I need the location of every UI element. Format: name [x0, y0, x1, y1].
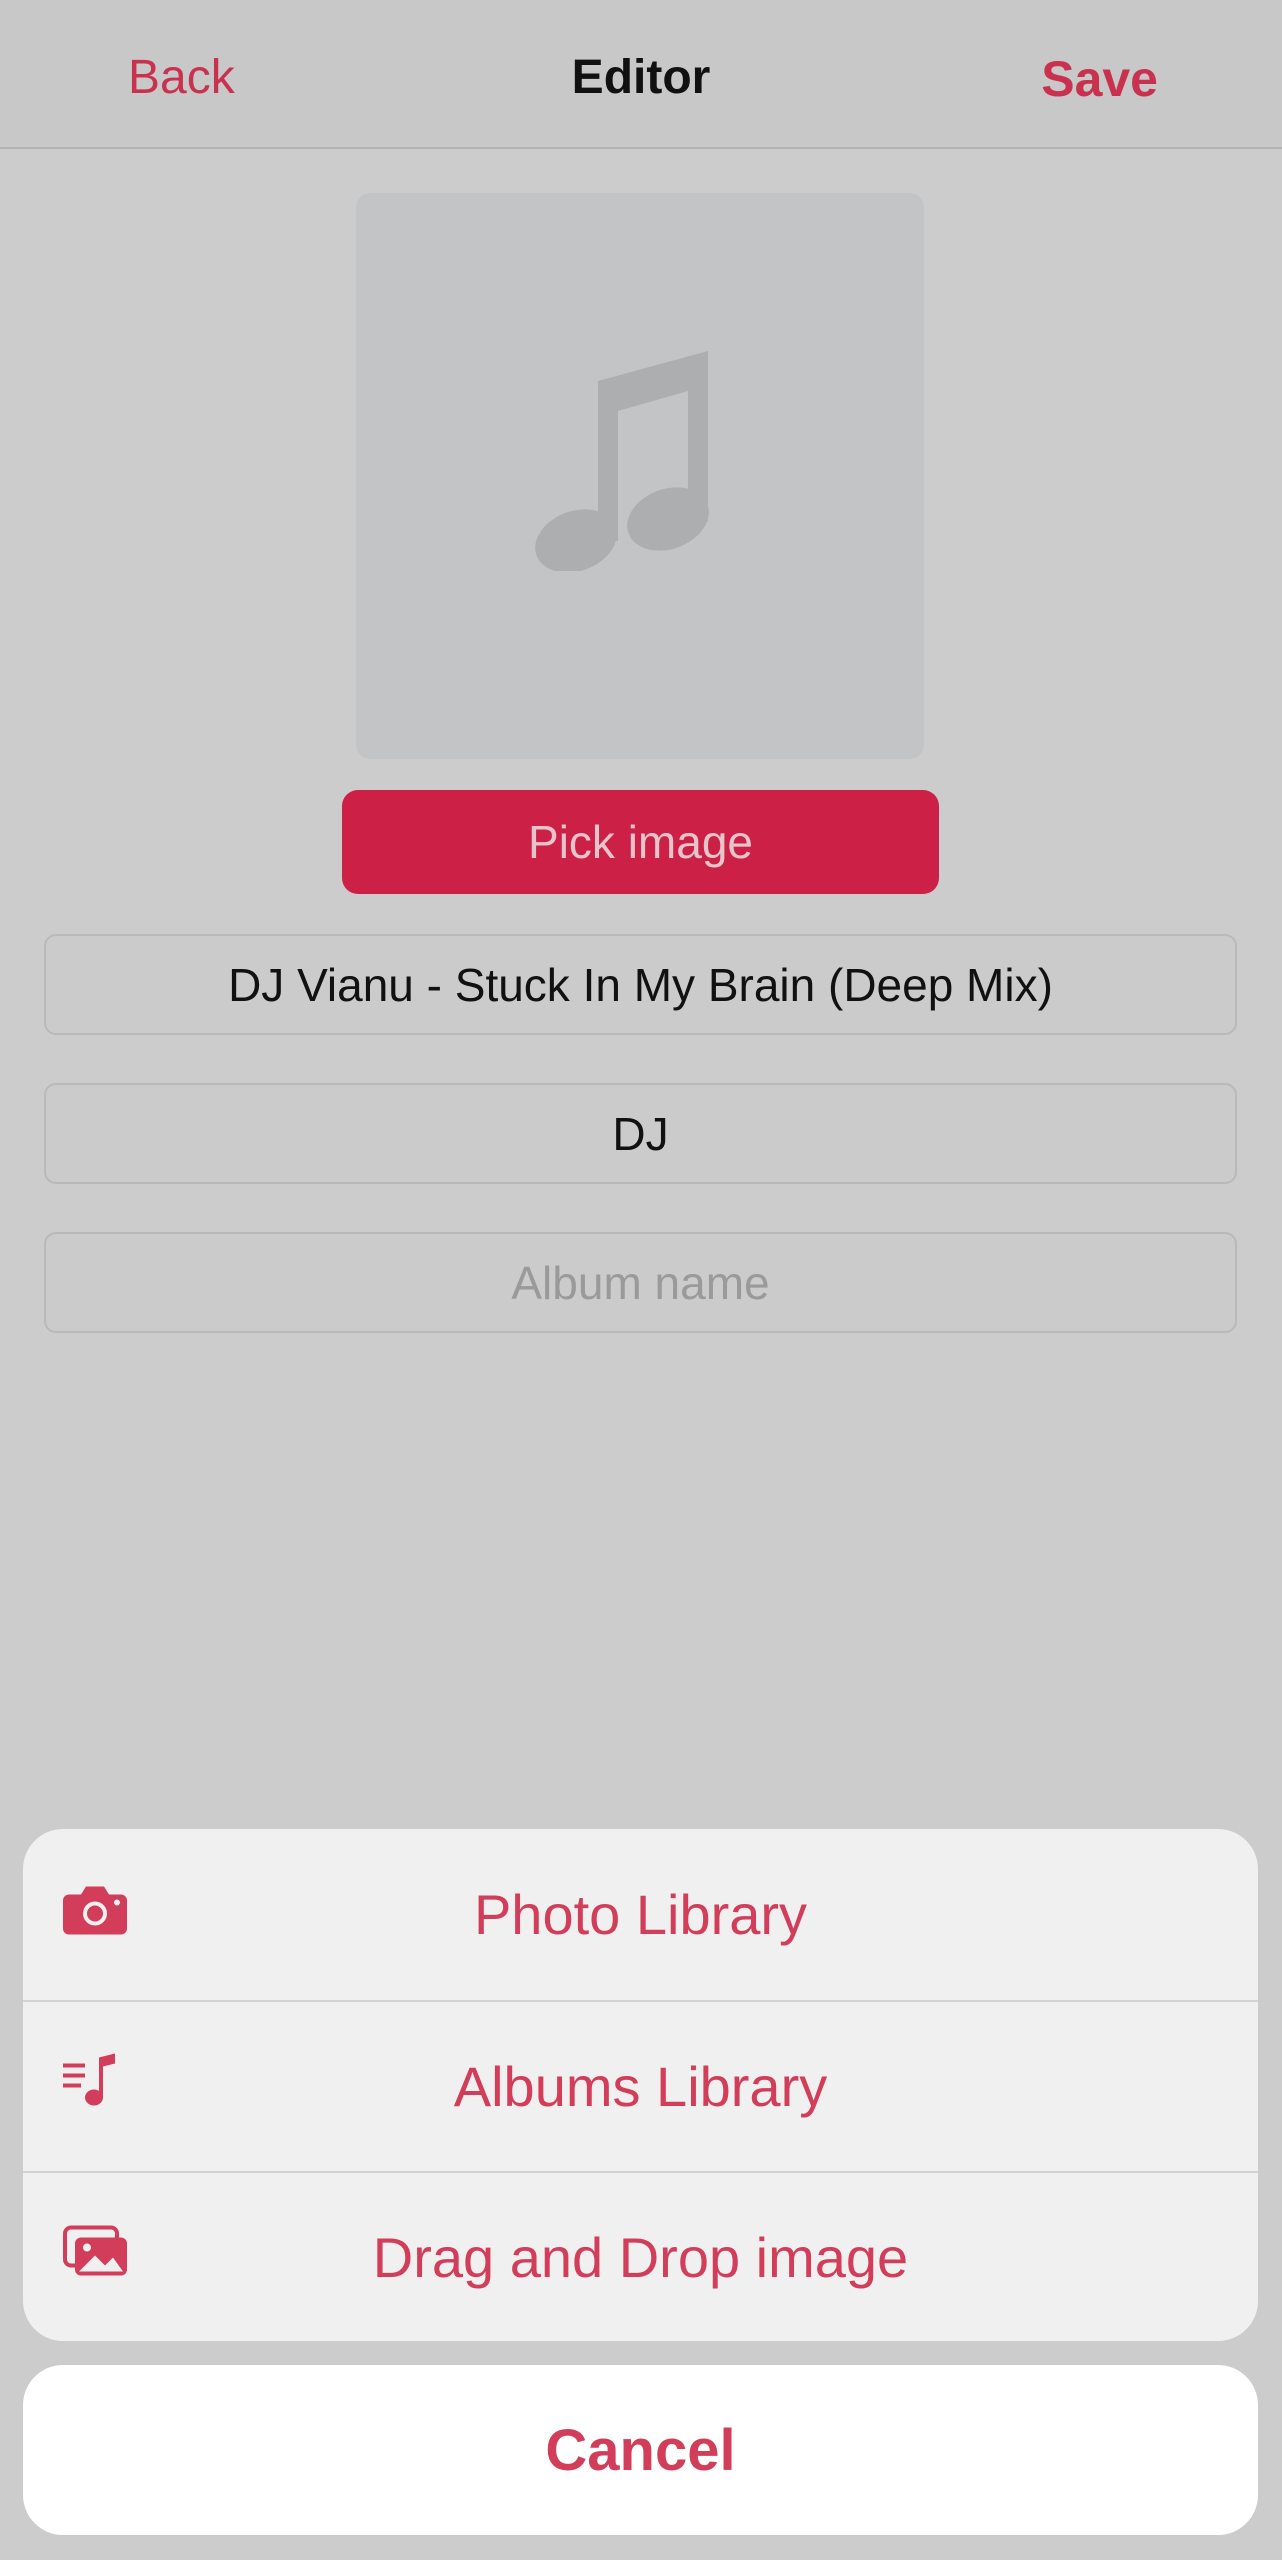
- save-button[interactable]: Save: [1041, 50, 1158, 108]
- photo-library-label: Photo Library: [473, 1883, 808, 1946]
- title-field[interactable]: DJ Vianu - Stuck In My Brain (Deep Mix): [44, 934, 1237, 1035]
- music-note-icon: [535, 351, 709, 571]
- image-source-action-sheet: Photo Library Albums Library Drag and Dr…: [23, 1829, 1258, 2341]
- music-list-icon: [63, 2053, 119, 2120]
- artwork-placeholder[interactable]: [356, 193, 924, 759]
- camera-icon: [63, 1882, 127, 1947]
- albums-library-option[interactable]: Albums Library: [23, 2000, 1258, 2171]
- photo-library-option[interactable]: Photo Library: [23, 1829, 1258, 2000]
- albums-library-label: Albums Library: [453, 2055, 828, 2118]
- drag-and-drop-option[interactable]: Drag and Drop image: [23, 2171, 1258, 2341]
- cancel-button[interactable]: Cancel: [23, 2365, 1258, 2535]
- album-name-field[interactable]: Album name: [44, 1232, 1237, 1333]
- drag-and-drop-label: Drag and Drop image: [372, 2226, 909, 2289]
- artist-field[interactable]: DJ: [44, 1083, 1237, 1184]
- photos-icon: [63, 2225, 129, 2290]
- pick-image-button[interactable]: Pick image: [342, 790, 939, 894]
- navigation-bar: Back Editor Save: [0, 0, 1282, 149]
